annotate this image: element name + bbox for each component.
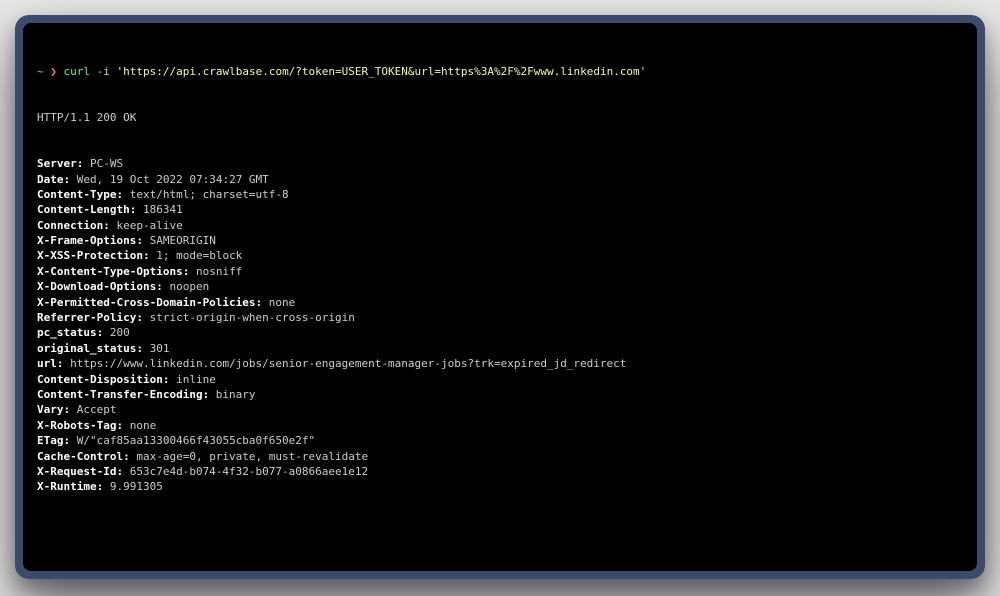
header-line: Content-Length: 186341 [37,202,963,217]
header-value: https://www.linkedin.com/jobs/senior-eng… [64,357,627,370]
header-key: Referrer-Policy: [37,311,143,324]
header-value: strict-origin-when-cross-origin [143,311,355,324]
header-value: inline [169,373,215,386]
header-line: Vary: Accept [37,402,963,417]
header-value: nosniff [189,265,242,278]
header-value: 1; mode=block [150,249,243,262]
header-line: Date: Wed, 19 Oct 2022 07:34:27 GMT [37,172,963,187]
header-line: Server: PC-WS [37,156,963,171]
header-key: X-XSS-Protection: [37,249,150,262]
header-key: Date: [37,173,70,186]
header-key: X-Runtime: [37,480,103,493]
blank-line [37,526,963,541]
header-value: 301 [143,342,170,355]
header-key: Content-Type: [37,188,123,201]
header-value: 186341 [136,203,182,216]
header-line: X-Content-Type-Options: nosniff [37,264,963,279]
header-key: X-Content-Type-Options: [37,265,189,278]
command-name: curl [64,65,91,78]
header-line: X-Download-Options: noopen [37,279,963,294]
response-headers: Server: PC-WSDate: Wed, 19 Oct 2022 07:3… [37,156,963,495]
command-line: ~ ❯ curl -i 'https://api.crawlbase.com/?… [37,64,963,79]
header-line: Referrer-Policy: strict-origin-when-cros… [37,310,963,325]
header-key: Server: [37,157,83,170]
header-line: Content-Type: text/html; charset=utf-8 [37,187,963,202]
header-value: Accept [70,403,116,416]
header-value: keep-alive [110,219,183,232]
header-key: url: [37,357,64,370]
header-value: 653c7e4d-b074-4f32-b077-a0866aee1e12 [123,465,368,478]
header-key: Connection: [37,219,110,232]
header-value: SAMEORIGIN [143,234,216,247]
header-value: 9.991305 [103,480,163,493]
header-key: Content-Length: [37,203,136,216]
header-line: X-Permitted-Cross-Domain-Policies: none [37,295,963,310]
header-value: binary [209,388,255,401]
header-value: max-age=0, private, must-revalidate [130,450,368,463]
http-status-line: HTTP/1.1 200 OK [37,110,963,125]
header-line: original_status: 301 [37,341,963,356]
header-line: X-Request-Id: 653c7e4d-b074-4f32-b077-a0… [37,464,963,479]
header-line: X-XSS-Protection: 1; mode=block [37,248,963,263]
header-line: X-Runtime: 9.991305 [37,479,963,494]
header-value: none [262,296,295,309]
header-line: X-Frame-Options: SAMEORIGIN [37,233,963,248]
header-line: Content-Transfer-Encoding: binary [37,387,963,402]
terminal-window: ~ ❯ curl -i 'https://api.crawlbase.com/?… [15,15,985,579]
header-key: Vary: [37,403,70,416]
header-key: X-Permitted-Cross-Domain-Policies: [37,296,262,309]
command-flag: -i [97,65,110,78]
command-url: 'https://api.crawlbase.com/?token=USER_T… [117,65,647,78]
header-key: ETag: [37,434,70,447]
prompt-path: ~ [37,65,44,78]
terminal-content[interactable]: ~ ❯ curl -i 'https://api.crawlbase.com/?… [23,23,977,571]
header-value: Wed, 19 Oct 2022 07:34:27 GMT [70,173,269,186]
header-line: Content-Disposition: inline [37,372,963,387]
header-key: Content-Transfer-Encoding: [37,388,209,401]
header-line: pc_status: 200 [37,325,963,340]
header-line: ETag: W/"caf85aa13300466f43055cba0f650e2… [37,433,963,448]
header-key: X-Frame-Options: [37,234,143,247]
header-value: PC-WS [83,157,123,170]
header-key: Content-Disposition: [37,373,169,386]
header-key: pc_status: [37,326,103,339]
header-key: X-Download-Options: [37,280,163,293]
header-line: Connection: keep-alive [37,218,963,233]
header-value: noopen [163,280,209,293]
header-value: 200 [103,326,130,339]
header-line: X-Robots-Tag: none [37,418,963,433]
header-key: X-Robots-Tag: [37,419,123,432]
header-key: original_status: [37,342,143,355]
header-value: W/"caf85aa13300466f43055cba0f650e2f" [70,434,315,447]
header-value: none [123,419,156,432]
prompt-symbol: ❯ [50,65,57,78]
header-key: Cache-Control: [37,450,130,463]
header-value: text/html; charset=utf-8 [123,188,289,201]
header-key: X-Request-Id: [37,465,123,478]
header-line: url: https://www.linkedin.com/jobs/senio… [37,356,963,371]
header-line: Cache-Control: max-age=0, private, must-… [37,449,963,464]
